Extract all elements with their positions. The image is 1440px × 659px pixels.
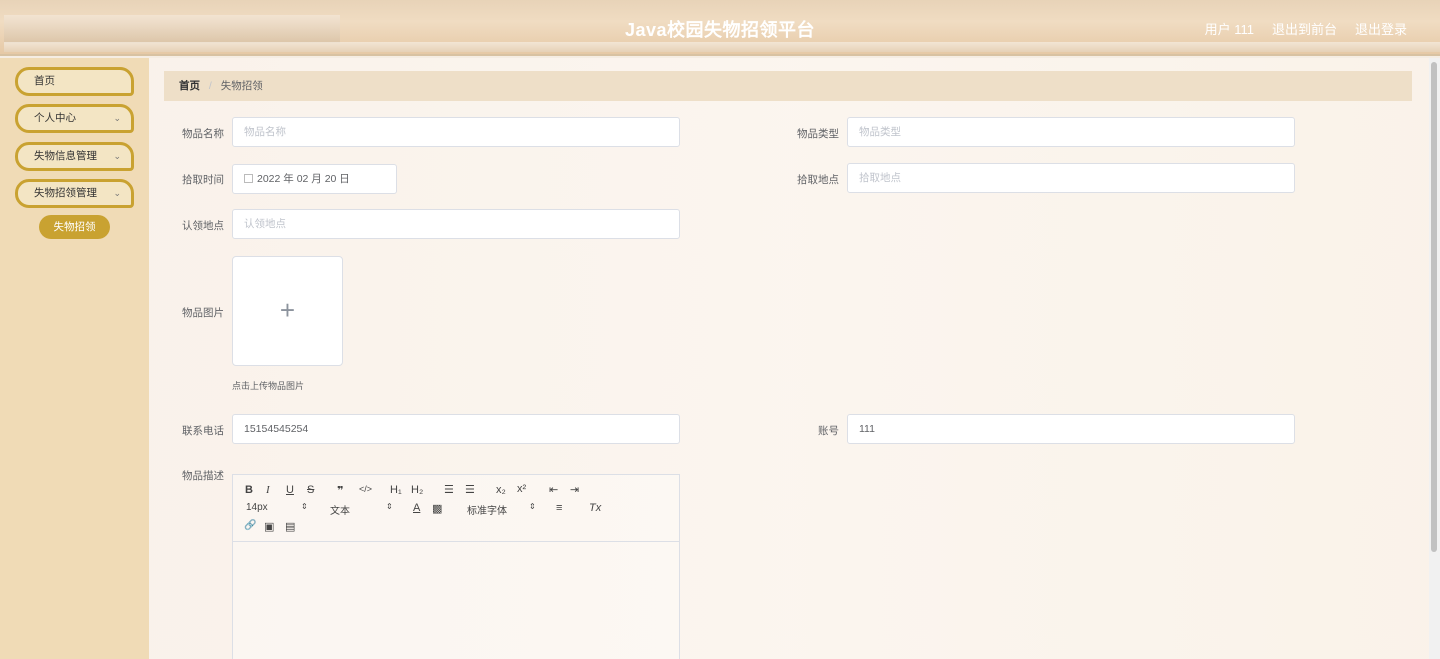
breadcrumb-current: 失物招领 xyxy=(220,80,263,92)
outdent-button[interactable]: ⇤ xyxy=(549,483,558,496)
h2-button[interactable]: H₂ xyxy=(411,484,423,496)
claim-place-input[interactable]: 认领地点 xyxy=(232,209,680,239)
link-button[interactable]: 🔗 xyxy=(244,520,256,531)
sidebar-item-label: 首页 xyxy=(34,75,55,87)
sidebar-item-personal-center[interactable]: 个人中心 ⌄ xyxy=(15,104,134,133)
phone-input[interactable]: 15154545254 xyxy=(232,414,680,444)
italic-button[interactable]: I xyxy=(266,484,270,496)
item-type-label: 物品类型 xyxy=(797,128,839,140)
chevron-down-icon: ⌄ xyxy=(113,151,121,161)
calendar-icon xyxy=(244,174,253,183)
clean-format-button[interactable]: Tx xyxy=(589,502,601,514)
logout-link[interactable]: 退出登录 xyxy=(1355,19,1407,38)
h1-button[interactable]: H₁ xyxy=(390,484,402,496)
pick-time-date-picker[interactable]: 2022 年 02 月 20 日 xyxy=(232,164,397,194)
image-upload-button[interactable]: + xyxy=(232,256,343,366)
align-button[interactable]: ≡ xyxy=(556,502,562,514)
subscript-button[interactable]: x₂ xyxy=(496,484,506,496)
sidebar-item-label: 失物信息管理 xyxy=(34,150,97,162)
header-style-select[interactable]: 文本 xyxy=(330,502,350,517)
claim-place-label: 认领地点 xyxy=(182,220,224,232)
pick-place-label: 拾取地点 xyxy=(797,174,839,186)
item-type-input[interactable]: 物品类型 xyxy=(847,117,1295,147)
image-button[interactable]: ▣ xyxy=(264,520,274,533)
font-color-button[interactable]: A xyxy=(413,502,420,514)
blockquote-button[interactable]: ❞ xyxy=(337,484,343,497)
background-color-button[interactable]: ▩ xyxy=(432,502,442,515)
plus-icon: + xyxy=(279,295,296,325)
phone-label: 联系电话 xyxy=(182,425,224,437)
bullet-list-button[interactable]: ☰ xyxy=(465,483,475,496)
font-family-arrow-icon: ⇕ xyxy=(529,502,536,511)
upload-tip: 点击上传物品图片 xyxy=(232,381,305,391)
chevron-down-icon: ⌄ xyxy=(113,188,121,198)
main-content: 首页 / 失物招领 物品名称 物品名称 物品类型 物品类型 拾取时间 2022 … xyxy=(149,58,1429,659)
strike-button[interactable]: S xyxy=(307,484,314,496)
top-header: Java校园失物招领平台 用户 111 退出到前台 退出登录 xyxy=(0,0,1440,56)
code-block-button[interactable]: </> xyxy=(359,484,372,494)
font-family-select[interactable]: 标准字体 xyxy=(467,502,507,517)
pick-place-input[interactable]: 拾取地点 xyxy=(847,163,1295,193)
breadcrumb: 首页 / 失物招领 xyxy=(164,71,1412,101)
font-size-arrow-icon: ⇕ xyxy=(301,502,308,511)
chevron-down-icon: ⌄ xyxy=(113,113,121,123)
video-button[interactable]: ▤ xyxy=(285,520,295,533)
item-name-label: 物品名称 xyxy=(182,128,224,140)
account-label: 账号 xyxy=(818,425,839,437)
indent-button[interactable]: ⇥ xyxy=(570,483,579,496)
current-user-label: 用户 111 xyxy=(1204,22,1254,37)
editor-toolbar: B I U S ❞ </> H₁ H₂ ☰ ☰ x₂ x² ⇤ ⇥ 14px ⇕… xyxy=(233,475,679,542)
sidebar-item-home[interactable]: 首页 xyxy=(15,67,134,96)
scrollbar-thumb[interactable] xyxy=(1431,62,1437,552)
rich-text-editor: B I U S ❞ </> H₁ H₂ ☰ ☰ x₂ x² ⇤ ⇥ 14px ⇕… xyxy=(232,474,680,659)
header-style-arrow-icon: ⇕ xyxy=(386,502,393,511)
page-scrollbar[interactable] xyxy=(1429,58,1440,659)
pick-time-value: 2022 年 02 月 20 日 xyxy=(257,173,350,185)
header-decoration-bottom xyxy=(4,42,1440,52)
ordered-list-button[interactable]: ☰ xyxy=(444,483,454,496)
bold-button[interactable]: B xyxy=(245,484,253,496)
editor-content-area[interactable] xyxy=(233,542,679,659)
description-label: 物品描述 xyxy=(182,470,224,482)
back-to-front-link[interactable]: 退出到前台 xyxy=(1272,19,1337,38)
header-actions: 用户 111 退出到前台 退出登录 xyxy=(1205,19,1407,38)
superscript-button[interactable]: x² xyxy=(517,483,526,495)
breadcrumb-home[interactable]: 首页 xyxy=(179,80,200,92)
sidebar-subitem-lost-found[interactable]: 失物招领 xyxy=(39,215,110,239)
underline-button[interactable]: U xyxy=(286,484,294,496)
item-name-input[interactable]: 物品名称 xyxy=(232,117,680,147)
sidebar-item-label: 个人中心 xyxy=(34,112,76,124)
sidebar-item-lost-info-management[interactable]: 失物信息管理 ⌄ xyxy=(15,142,134,171)
item-image-label: 物品图片 xyxy=(182,307,224,319)
sidebar: 首页 个人中心 ⌄ 失物信息管理 ⌄ 失物招领管理 ⌄ 失物招领 xyxy=(0,58,149,659)
breadcrumb-separator: / xyxy=(208,80,212,92)
sidebar-item-lost-found-management[interactable]: 失物招领管理 ⌄ xyxy=(15,179,134,208)
sidebar-item-label: 失物招领管理 xyxy=(34,187,97,199)
pick-time-label: 拾取时间 xyxy=(182,174,224,186)
font-size-select[interactable]: 14px xyxy=(246,502,268,513)
account-input[interactable]: 111 xyxy=(847,414,1295,444)
